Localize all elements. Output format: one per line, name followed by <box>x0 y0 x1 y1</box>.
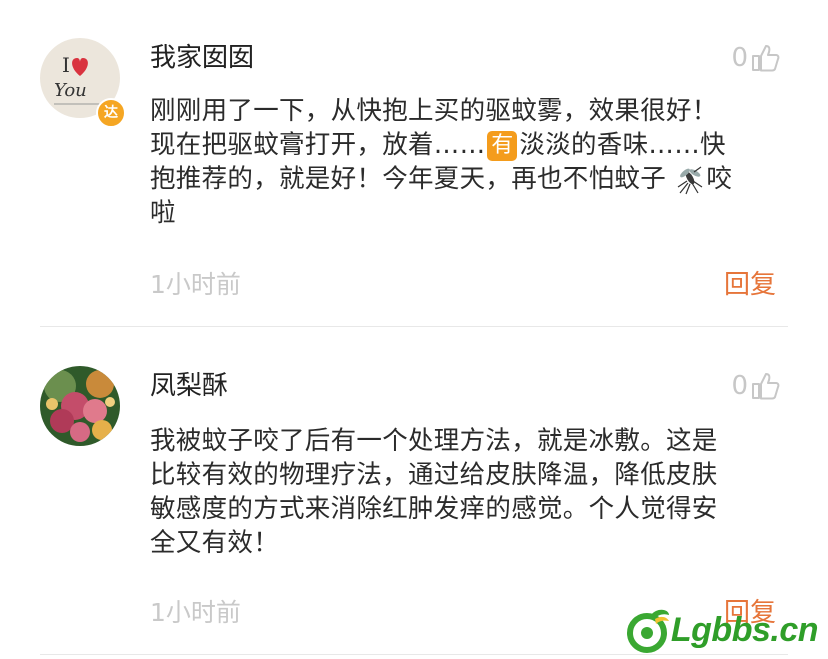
svg-text:I: I <box>62 53 70 77</box>
comment-text: 我被蚊子咬了后有一个处理方法，就是冰敷。这是 比较有效的物理疗法，通过给皮肤降温… <box>150 424 780 560</box>
divider <box>40 326 788 327</box>
comment-line: 刚刚用了一下，从快抱上买的驱蚊雾，效果很好！ <box>150 96 718 126</box>
watermark-logo-icon <box>626 609 669 653</box>
like-button[interactable]: 0 <box>731 368 780 404</box>
watermark-text: Lgbbs.cn <box>670 610 819 649</box>
comment-line: 啦 <box>150 198 176 228</box>
username[interactable]: 凤梨酥 <box>150 368 228 404</box>
thumb-up-icon <box>752 45 780 72</box>
avatar[interactable] <box>40 366 120 446</box>
timestamp: 1小时前 <box>150 598 241 627</box>
comment-text: 刚刚用了一下，从快抱上买的驱蚊雾，效果很好！ 现在把驱蚊膏打开，放着…… 有淡淡的… <box>150 94 780 230</box>
comment-line: 敏感度的方式来消除红肿发痒的感觉。个人觉得安 <box>150 494 718 524</box>
thumb-up-icon <box>752 373 780 400</box>
verified-badge: 达 <box>96 98 126 128</box>
comment-line: 比较有效的物理疗法，通过给皮肤降温，降低皮肤 <box>150 460 718 490</box>
you-emoji: 有 <box>487 131 518 161</box>
svg-text:You: You <box>54 80 87 101</box>
timestamp: 1小时前 <box>150 270 241 299</box>
comment-line: 现在把驱蚊膏打开，放着…… 有淡淡的香味……快 <box>150 130 726 161</box>
comment-line: 全又有效！ <box>150 528 280 558</box>
avatar-image <box>40 366 120 446</box>
watermark: Lgbbs.cn <box>625 607 819 653</box>
mosquito-icon <box>678 166 703 195</box>
like-count: 0 <box>731 371 748 401</box>
divider <box>40 654 788 655</box>
comment-line: 抱推荐的，就是好！今年夏天，再也不怕蚊子 咬 <box>150 164 733 195</box>
like-count: 0 <box>731 43 748 73</box>
username[interactable]: 我家囡囡 <box>150 40 254 76</box>
comment-line: 我被蚊子咬了后有一个处理方法，就是冰敷。这是 <box>150 426 718 456</box>
like-button[interactable]: 0 <box>731 40 780 76</box>
reply-button[interactable]: 回复 <box>724 268 776 302</box>
